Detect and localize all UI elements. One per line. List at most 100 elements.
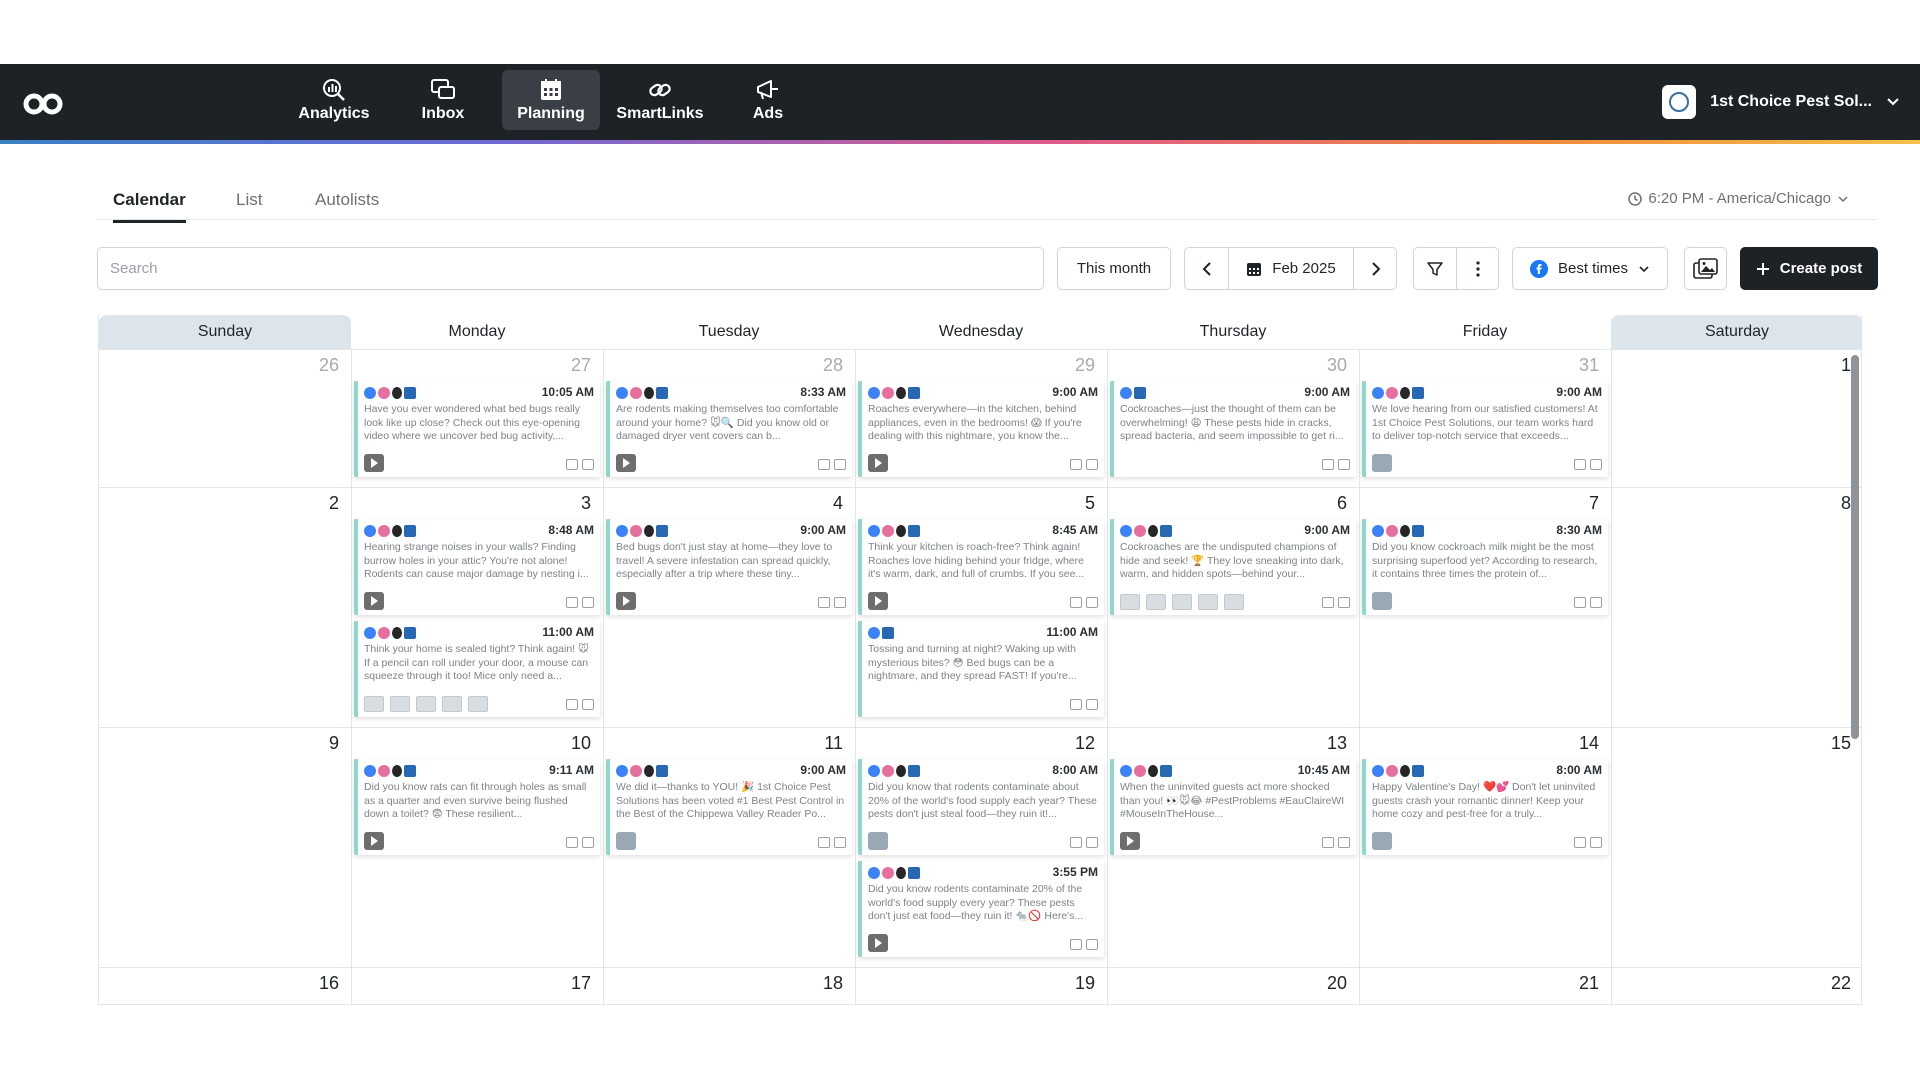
grid-icon[interactable] xyxy=(582,837,594,848)
nav-planning[interactable]: Planning xyxy=(502,70,600,130)
this-month-button[interactable]: This month xyxy=(1057,247,1171,290)
grid-icon[interactable] xyxy=(1590,597,1602,608)
previous-month-button[interactable] xyxy=(1185,248,1228,289)
tab-autolists[interactable]: Autolists xyxy=(315,190,379,220)
facebook-icon xyxy=(1120,387,1132,399)
preview-icon[interactable] xyxy=(1070,597,1082,608)
post-preview-icons xyxy=(1322,459,1350,470)
grid-icon[interactable] xyxy=(1086,597,1098,608)
preview-icon[interactable] xyxy=(1070,459,1082,470)
preview-icon[interactable] xyxy=(566,837,578,848)
grid-icon[interactable] xyxy=(1338,597,1350,608)
scheduled-post-card[interactable]: 8:30 AM Did you know cockroach milk might… xyxy=(1362,519,1608,615)
preview-icon[interactable] xyxy=(566,699,578,710)
nav-inbox[interactable]: Inbox xyxy=(394,70,492,130)
calendar-icon xyxy=(1247,262,1262,276)
grid-icon[interactable] xyxy=(1086,837,1098,848)
chevron-right-icon xyxy=(1371,261,1380,276)
scheduled-post-card[interactable]: 9:00 AM We did it—thanks to YOU! 🎉 1st Ch… xyxy=(606,759,852,855)
post-time: 8:00 AM xyxy=(1556,763,1602,777)
preview-icon[interactable] xyxy=(1070,699,1082,710)
scheduled-post-card[interactable]: 9:00 AM Bed bugs don't just stay at home—… xyxy=(606,519,852,615)
media-library-button[interactable] xyxy=(1684,247,1727,290)
scheduled-post-card[interactable]: 8:00 AM Happy Valentine's Day! ❤️💕 Don't … xyxy=(1362,759,1608,855)
filter-button[interactable] xyxy=(1414,248,1456,289)
grid-icon[interactable] xyxy=(1086,939,1098,950)
grid-icon[interactable] xyxy=(582,459,594,470)
scheduled-post-card[interactable]: 9:00 AM Roaches everywhere—in the kitchen… xyxy=(858,381,1104,477)
post-network-icons xyxy=(868,765,920,777)
tab-calendar[interactable]: Calendar xyxy=(113,190,186,223)
next-month-button[interactable] xyxy=(1354,248,1397,289)
preview-icon[interactable] xyxy=(566,459,578,470)
grid-icon[interactable] xyxy=(1338,837,1350,848)
grid-icon[interactable] xyxy=(1590,459,1602,470)
post-caption: Are rodents making themselves too comfor… xyxy=(616,403,839,442)
nav-analytics[interactable]: Analytics xyxy=(285,70,383,130)
nav-smartlinks[interactable]: SmartLinks xyxy=(611,70,709,130)
grid-icon[interactable] xyxy=(582,699,594,710)
scheduled-post-card[interactable]: 10:05 AM Have you ever wondered what bed … xyxy=(354,381,600,477)
post-network-icons xyxy=(1372,387,1424,399)
grid-icon[interactable] xyxy=(1590,837,1602,848)
month-picker[interactable]: Feb 2025 xyxy=(1229,248,1353,289)
scheduled-post-card[interactable]: 8:45 AM Think your kitchen is roach-free?… xyxy=(858,519,1104,615)
preview-icon[interactable] xyxy=(818,459,830,470)
scheduled-post-card[interactable]: 8:48 AM Hearing strange noises in your wa… xyxy=(354,519,600,615)
preview-icon[interactable] xyxy=(1322,597,1334,608)
grid-icon[interactable] xyxy=(1086,699,1098,710)
tab-list[interactable]: List xyxy=(236,190,262,220)
preview-icon[interactable] xyxy=(818,597,830,608)
media-thumbnails xyxy=(1120,594,1244,610)
scheduled-post-card[interactable]: 9:00 AM Cockroaches are the undisputed ch… xyxy=(1110,519,1356,615)
linkedin-icon xyxy=(1134,387,1146,399)
grid-icon[interactable] xyxy=(582,597,594,608)
scheduled-post-card[interactable]: 8:00 AM Did you know that rodents contami… xyxy=(858,759,1104,855)
preview-icon[interactable] xyxy=(1070,939,1082,950)
preview-icon[interactable] xyxy=(1574,459,1586,470)
preview-icon[interactable] xyxy=(1322,459,1334,470)
best-times-dropdown[interactable]: Best times xyxy=(1512,247,1668,290)
preview-icon[interactable] xyxy=(1574,837,1586,848)
grid-icon[interactable] xyxy=(1338,459,1350,470)
create-post-button[interactable]: Create post xyxy=(1740,247,1878,290)
post-caption: Think your home is sealed tight? Think a… xyxy=(364,643,589,682)
scheduled-post-card[interactable]: 11:00 AM Tossing and turning at night? Wa… xyxy=(858,621,1104,717)
post-network-icons xyxy=(1120,525,1172,537)
account-switcher[interactable]: 1st Choice Pest Sol... xyxy=(1662,82,1900,122)
image-thumbnail xyxy=(1372,454,1392,472)
facebook-icon xyxy=(364,765,376,777)
video-thumbnail-icon xyxy=(364,592,384,610)
preview-icon[interactable] xyxy=(1574,597,1586,608)
calendar-scrollbar[interactable] xyxy=(1851,355,1859,739)
date-number: 14 xyxy=(1578,733,1599,753)
post-network-icons xyxy=(364,387,416,399)
preview-icon[interactable] xyxy=(566,597,578,608)
facebook-icon xyxy=(1120,765,1132,777)
scheduled-post-card[interactable]: 9:00 AM Cockroaches—just the thought of t… xyxy=(1110,381,1356,477)
scheduled-post-card[interactable]: 10:45 AM When the uninvited guests act mo… xyxy=(1110,759,1356,855)
brand-logo-icon[interactable] xyxy=(22,86,64,122)
grid-icon[interactable] xyxy=(834,597,846,608)
grid-icon[interactable] xyxy=(834,459,846,470)
image-thumbnail xyxy=(1120,594,1140,610)
scheduled-post-card[interactable]: 8:33 AM Are rodents making themselves too… xyxy=(606,381,852,477)
nav-ads[interactable]: Ads xyxy=(719,70,817,130)
preview-icon[interactable] xyxy=(1322,837,1334,848)
grid-icon[interactable] xyxy=(834,837,846,848)
scheduled-post-card[interactable]: 11:00 AM Think your home is sealed tight?… xyxy=(354,621,600,717)
tiktok-icon xyxy=(644,387,654,399)
preview-icon[interactable] xyxy=(1070,837,1082,848)
tiktok-icon xyxy=(1400,387,1410,399)
more-options-button[interactable] xyxy=(1457,248,1499,289)
scheduled-post-card[interactable]: 3:55 PM Did you know rodents contaminate … xyxy=(858,861,1104,957)
preview-icon[interactable] xyxy=(818,837,830,848)
search-input[interactable] xyxy=(97,247,1044,290)
scheduled-post-card[interactable]: 9:11 AM Did you know rats can fit through… xyxy=(354,759,600,855)
timezone-selector[interactable]: 6:20 PM - America/Chicago xyxy=(1628,190,1849,207)
scheduled-post-card[interactable]: 9:00 AM We love hearing from our satisfie… xyxy=(1362,381,1608,477)
nav-ads-label: Ads xyxy=(752,105,784,122)
grid-icon[interactable] xyxy=(1086,459,1098,470)
post-time: 9:00 AM xyxy=(800,763,846,777)
chevron-down-icon xyxy=(1838,195,1848,202)
